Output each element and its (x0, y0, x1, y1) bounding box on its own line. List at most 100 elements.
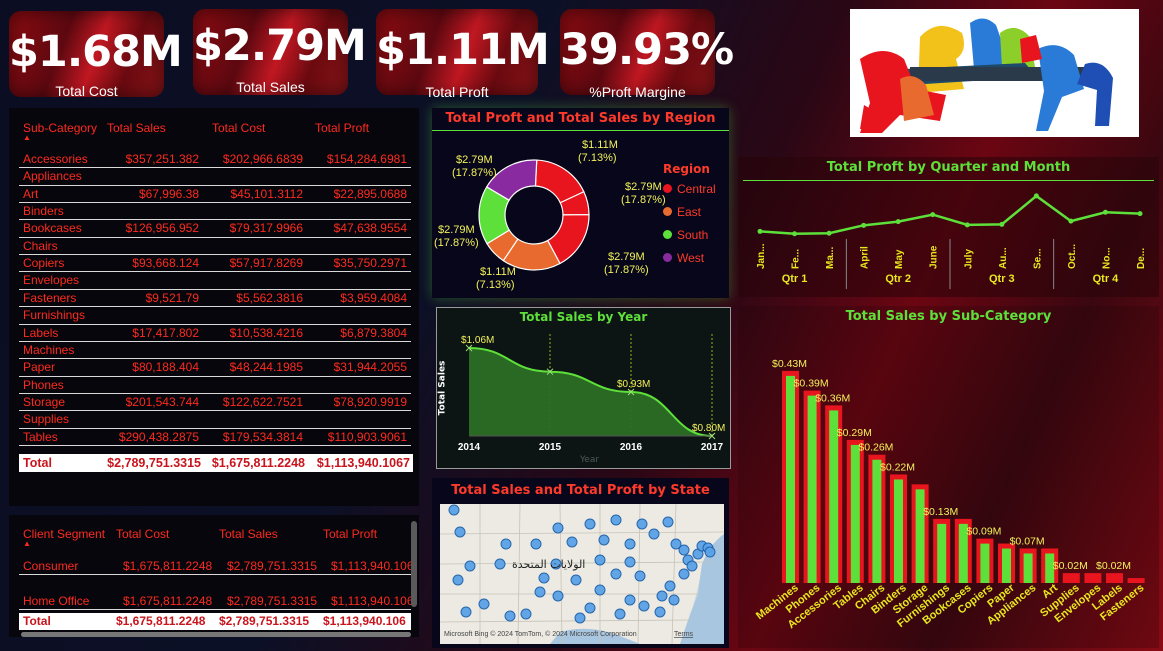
state-bubble[interactable] (598, 534, 610, 546)
state-bubble[interactable] (662, 516, 674, 528)
column-header-total-proft[interactable]: Total Proft (315, 121, 369, 135)
subcategory-table[interactable]: Sub-Category ▲ Total Sales Total Cost To… (9, 108, 419, 506)
data-point[interactable] (1033, 193, 1039, 199)
quarter-label: Qtr 3 (989, 273, 1015, 285)
kpi-total-proft[interactable]: $1.11M Total Proft (376, 9, 550, 100)
state-bubble[interactable] (538, 572, 550, 584)
kpi-total-cost[interactable]: $1.68M Total Cost (9, 11, 183, 99)
table-cell: $47,638.9554 (333, 221, 407, 236)
data-point[interactable] (895, 219, 901, 225)
state-bubble[interactable] (654, 606, 666, 618)
state-bubble[interactable] (594, 554, 606, 566)
row-divider (19, 167, 411, 169)
data-point[interactable] (1102, 209, 1108, 215)
column-header-subcategory[interactable]: Sub-Category (23, 121, 97, 135)
column-header-total-sales[interactable]: Total Sales (107, 121, 166, 135)
bar[interactable] (1062, 573, 1080, 583)
vertical-scrollbar[interactable] (411, 521, 417, 607)
state-bubble[interactable] (520, 608, 532, 620)
legend-item-west[interactable]: West (663, 251, 729, 274)
data-point[interactable] (964, 222, 970, 228)
row-divider (19, 444, 411, 446)
data-point[interactable] (826, 230, 832, 236)
state-bubble[interactable] (648, 528, 660, 540)
horizontal-scrollbar[interactable] (21, 632, 411, 637)
state-bubble[interactable] (454, 526, 466, 538)
state-bubble[interactable] (530, 538, 542, 550)
state-bubble[interactable] (452, 574, 464, 586)
data-point[interactable] (861, 222, 867, 228)
state-bubble[interactable] (504, 610, 516, 622)
legend: Central East South West (663, 182, 729, 274)
state-bubble[interactable] (610, 514, 622, 526)
state-bubble[interactable] (574, 612, 586, 624)
bar[interactable] (1127, 578, 1145, 583)
table-cell: Envelopes (23, 273, 80, 288)
table-cell: $79,317.9966 (229, 221, 303, 236)
legend-item-south[interactable]: South (663, 228, 729, 251)
client-segment-table[interactable]: Client Segment ▲ Total Cost Total Sales … (9, 515, 419, 637)
legend-item-central[interactable]: Central (663, 182, 729, 205)
state-bubble[interactable] (552, 522, 564, 534)
x-tick-label: 2016 (620, 442, 643, 453)
area-chart[interactable]: 2014 2015 2016 2017 $1.06M $0.93M $0.80M (437, 308, 730, 468)
state-bubble[interactable] (494, 558, 506, 570)
quarter-label: Qtr 2 (885, 273, 911, 285)
state-bubble[interactable] (678, 568, 690, 580)
state-bubble[interactable] (624, 594, 636, 606)
column-header-total-cost[interactable]: Total Cost (212, 121, 265, 135)
state-bubble[interactable] (594, 584, 606, 596)
data-point[interactable] (792, 231, 798, 237)
state-bubble[interactable] (656, 590, 668, 602)
kpi-label: Total Cost (55, 83, 118, 99)
state-bubble[interactable] (584, 602, 596, 614)
state-bubble[interactable] (534, 586, 546, 598)
row-divider (19, 306, 411, 308)
state-bubble[interactable] (614, 608, 626, 620)
state-bubble[interactable] (678, 544, 690, 556)
column-header-total-proft[interactable]: Total Proft (323, 527, 377, 541)
state-bubble[interactable] (500, 538, 512, 550)
us-state-map[interactable]: الولايات المتحدة Microsoft Bing © 2024 T… (440, 504, 724, 644)
series-line (759, 194, 1141, 235)
state-bubble[interactable] (624, 538, 636, 550)
area-fill (469, 348, 712, 436)
state-bubble[interactable] (448, 504, 460, 516)
bar-chart[interactable]: $0.43MMachines$0.39MPhones$0.36MAccessor… (738, 306, 1159, 648)
data-label: $0.36M (815, 392, 850, 404)
state-bubble[interactable] (634, 570, 646, 582)
data-point[interactable] (999, 221, 1005, 227)
line-chart[interactable]: Jan... Fe... Ma... April May June July Au... Se.… (738, 157, 1159, 297)
kpi-total-sales[interactable]: $2.79M Total Sales (193, 9, 367, 95)
map-terms-link[interactable]: Terms (674, 631, 694, 638)
state-bubble[interactable] (668, 594, 680, 606)
column-header-client-segment[interactable]: Client Segment (23, 527, 105, 541)
row-divider (19, 219, 411, 221)
state-bubble[interactable] (584, 518, 596, 530)
column-header-total-sales[interactable]: Total Sales (219, 527, 278, 541)
state-bubble[interactable] (478, 598, 490, 610)
column-header-total-cost[interactable]: Total Cost (116, 527, 169, 541)
data-point[interactable] (930, 212, 936, 218)
data-point[interactable] (757, 228, 763, 234)
state-bubble[interactable] (610, 568, 622, 580)
kpi-profit-margin[interactable]: 39.93% %Proft Margine (560, 9, 734, 100)
data-point[interactable] (1137, 211, 1143, 217)
bar[interactable] (1084, 573, 1102, 583)
legend-item-east[interactable]: East (663, 205, 729, 228)
state-bubble[interactable] (704, 546, 716, 558)
bar[interactable] (1106, 573, 1123, 583)
state-bubble[interactable] (460, 606, 472, 618)
data-point[interactable] (1068, 218, 1074, 224)
state-bubble[interactable] (566, 536, 578, 548)
state-bubble[interactable] (624, 556, 636, 568)
state-bubble[interactable] (686, 560, 698, 572)
state-bubble[interactable] (464, 560, 476, 572)
sort-indicator-icon: ▲ (23, 133, 31, 142)
state-bubble[interactable] (552, 590, 564, 602)
state-bubble[interactable] (636, 518, 648, 530)
state-bubble[interactable] (570, 574, 582, 586)
state-bubble[interactable] (638, 600, 650, 612)
state-bubble[interactable] (664, 580, 676, 592)
legend-label: Central (677, 182, 716, 196)
